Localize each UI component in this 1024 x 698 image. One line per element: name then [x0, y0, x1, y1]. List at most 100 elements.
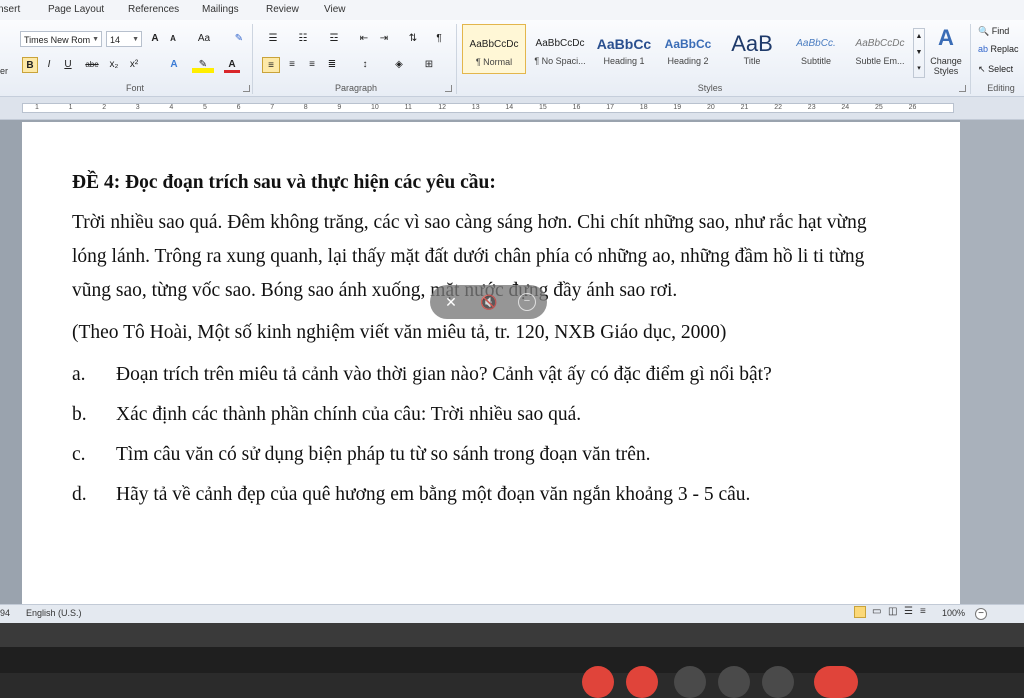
- leave-call-button[interactable]: [814, 666, 858, 698]
- style-heading-1[interactable]: AaBbCc Heading 1: [592, 24, 656, 74]
- print-layout-icon[interactable]: [854, 606, 866, 618]
- ruler-tick-label: 18: [639, 104, 648, 111]
- call-control-button[interactable]: [762, 666, 794, 698]
- ruler-tick-label: 1: [68, 104, 73, 111]
- sort-icon[interactable]: ⇅: [404, 31, 422, 47]
- ruler-tick-label: 1: [35, 104, 39, 111]
- minus-icon[interactable]: −: [518, 293, 536, 311]
- replace-icon: ab: [978, 44, 989, 54]
- speaker-muted-icon[interactable]: 🔇: [480, 293, 498, 311]
- style-name: ¶ No Spaci...: [534, 56, 586, 66]
- floating-meeting-toolbar: ✕ 🔇 −: [430, 285, 547, 319]
- show-marks-button[interactable]: ¶: [432, 31, 446, 47]
- styles-scroll-icon[interactable]: ▲ ▼ ▾: [913, 28, 925, 78]
- ruler-tick-label: 15: [539, 104, 547, 111]
- multilevel-list-icon[interactable]: ☲: [322, 31, 346, 47]
- ruler-tick-label: 2: [102, 104, 107, 111]
- draft-icon[interactable]: ≡: [920, 606, 926, 617]
- style-subtle-emphasis[interactable]: AaBbCcDc Subtle Em...: [848, 24, 912, 74]
- subscript-button[interactable]: x₂: [106, 57, 122, 73]
- tab-insert[interactable]: nsert: [0, 4, 20, 15]
- find-label: Find: [991, 26, 1010, 36]
- tab-references[interactable]: References: [128, 4, 179, 15]
- font-size-combo[interactable]: 14 ▼: [106, 31, 142, 47]
- shrink-font-button[interactable]: A: [166, 31, 180, 47]
- ruler-tick-label: 9: [337, 104, 342, 111]
- font-color-icon[interactable]: A: [224, 57, 240, 73]
- style-title[interactable]: AaB Title: [720, 24, 784, 74]
- italic-button[interactable]: I: [42, 57, 56, 73]
- align-right-icon[interactable]: ≡: [304, 57, 320, 73]
- change-styles-icon[interactable]: A: [932, 24, 960, 52]
- left-cut-label: er: [0, 66, 9, 76]
- web-layout-icon[interactable]: ◫: [888, 606, 897, 617]
- outline-icon[interactable]: ☰: [904, 606, 913, 617]
- font-name-combo[interactable]: Times New Rom ▼: [20, 31, 102, 47]
- clear-format-icon[interactable]: ✎: [232, 31, 246, 47]
- zoom-out-button[interactable]: −: [975, 608, 987, 620]
- ruler-tick-label: 14: [505, 104, 514, 111]
- find-button[interactable]: 🔍 Find: [978, 26, 1009, 37]
- style-normal[interactable]: AaBbCcDc ¶ Normal: [462, 24, 526, 74]
- bold-button[interactable]: B: [22, 57, 38, 73]
- document-body[interactable]: ĐỀ 4: Đọc đoạn trích sau và thực hiện cá…: [72, 166, 900, 518]
- full-screen-reading-icon[interactable]: ▭: [872, 606, 881, 617]
- strikethrough-button[interactable]: abe: [82, 57, 102, 73]
- style-name: Subtitle: [800, 56, 832, 66]
- ruler-tick-label: 6: [236, 104, 241, 111]
- align-left-icon[interactable]: ≡: [262, 57, 280, 73]
- style-name: Subtle Em...: [855, 56, 905, 66]
- numbering-icon[interactable]: ☷: [292, 31, 314, 47]
- change-styles-button[interactable]: Change Styles: [926, 56, 966, 76]
- replace-button[interactable]: ab Replac: [978, 44, 1019, 54]
- line-spacing-icon[interactable]: ↕: [354, 57, 376, 73]
- binoculars-icon: 🔍: [978, 26, 990, 36]
- question-text: Hãy tả về cảnh đẹp của quê hương em bằng…: [116, 484, 751, 505]
- shading-icon[interactable]: ◈: [388, 57, 410, 73]
- meeting-bottom-bar: [0, 623, 1024, 673]
- tab-view[interactable]: View: [324, 4, 346, 15]
- zoom-level[interactable]: 100%: [942, 608, 965, 618]
- horizontal-ruler[interactable]: 1 1 2 3 4 5 6 7 8 9 10 11 12 13 14 15 16 17 18 19 20 21 22 23 24…: [0, 97, 1024, 120]
- highlight-icon[interactable]: ✎: [192, 57, 214, 73]
- ruler-tick-label: 25: [875, 104, 883, 111]
- document-page[interactable]: ĐỀ 4: Đọc đoạn trích sau và thực hiện cá…: [22, 122, 960, 604]
- underline-button[interactable]: U: [60, 57, 76, 73]
- align-center-icon[interactable]: ≡: [284, 57, 300, 73]
- font-launcher-icon[interactable]: [243, 85, 250, 92]
- borders-icon[interactable]: ⊞: [418, 57, 440, 73]
- ruler-tick-label: 17: [606, 104, 614, 111]
- ribbon: er Times New Rom ▼ 14 ▼ A A Aa ✎ B I U abe…: [0, 20, 1024, 97]
- style-heading-2[interactable]: AaBbCc Heading 2: [656, 24, 720, 74]
- tab-page-layout[interactable]: Page Layout: [48, 4, 104, 15]
- group-separator: [252, 24, 253, 94]
- styles-group-label: Styles: [697, 83, 723, 93]
- style-subtitle[interactable]: AaBbCc. Subtitle: [784, 24, 848, 74]
- font-size-value: 14: [110, 35, 121, 45]
- call-control-button[interactable]: [718, 666, 750, 698]
- text-effects-icon[interactable]: A: [166, 57, 182, 73]
- decrease-indent-icon[interactable]: ⇤: [356, 31, 372, 47]
- styles-launcher-icon[interactable]: [959, 85, 966, 92]
- change-case-button[interactable]: Aa: [194, 31, 214, 47]
- style-no-spacing[interactable]: AaBbCcDc ¶ No Spaci...: [528, 24, 592, 74]
- ruler-tick-label: 16: [572, 104, 581, 111]
- select-button[interactable]: ↖ Select: [978, 64, 1013, 75]
- call-control-red-button[interactable]: [582, 666, 614, 698]
- call-control-button[interactable]: [674, 666, 706, 698]
- bullets-icon[interactable]: ☰: [262, 31, 284, 47]
- style-preview: AaBbCcDc: [535, 38, 585, 49]
- mic-off-icon[interactable]: ✕: [442, 293, 460, 311]
- paragraph-launcher-icon[interactable]: [445, 85, 452, 92]
- ruler-tick-label: 4: [169, 104, 174, 111]
- grow-font-button[interactable]: A: [148, 31, 162, 47]
- call-control-red-button[interactable]: [626, 666, 658, 698]
- style-name: Heading 1: [603, 56, 645, 66]
- language-indicator[interactable]: English (U.S.): [26, 608, 82, 618]
- tab-mailings[interactable]: Mailings: [202, 4, 239, 15]
- tab-review[interactable]: Review: [266, 4, 299, 15]
- increase-indent-icon[interactable]: ⇥: [376, 31, 392, 47]
- ruler-tick-label: 22: [774, 104, 782, 111]
- superscript-button[interactable]: x²: [126, 57, 142, 73]
- justify-icon[interactable]: ≣: [324, 57, 340, 73]
